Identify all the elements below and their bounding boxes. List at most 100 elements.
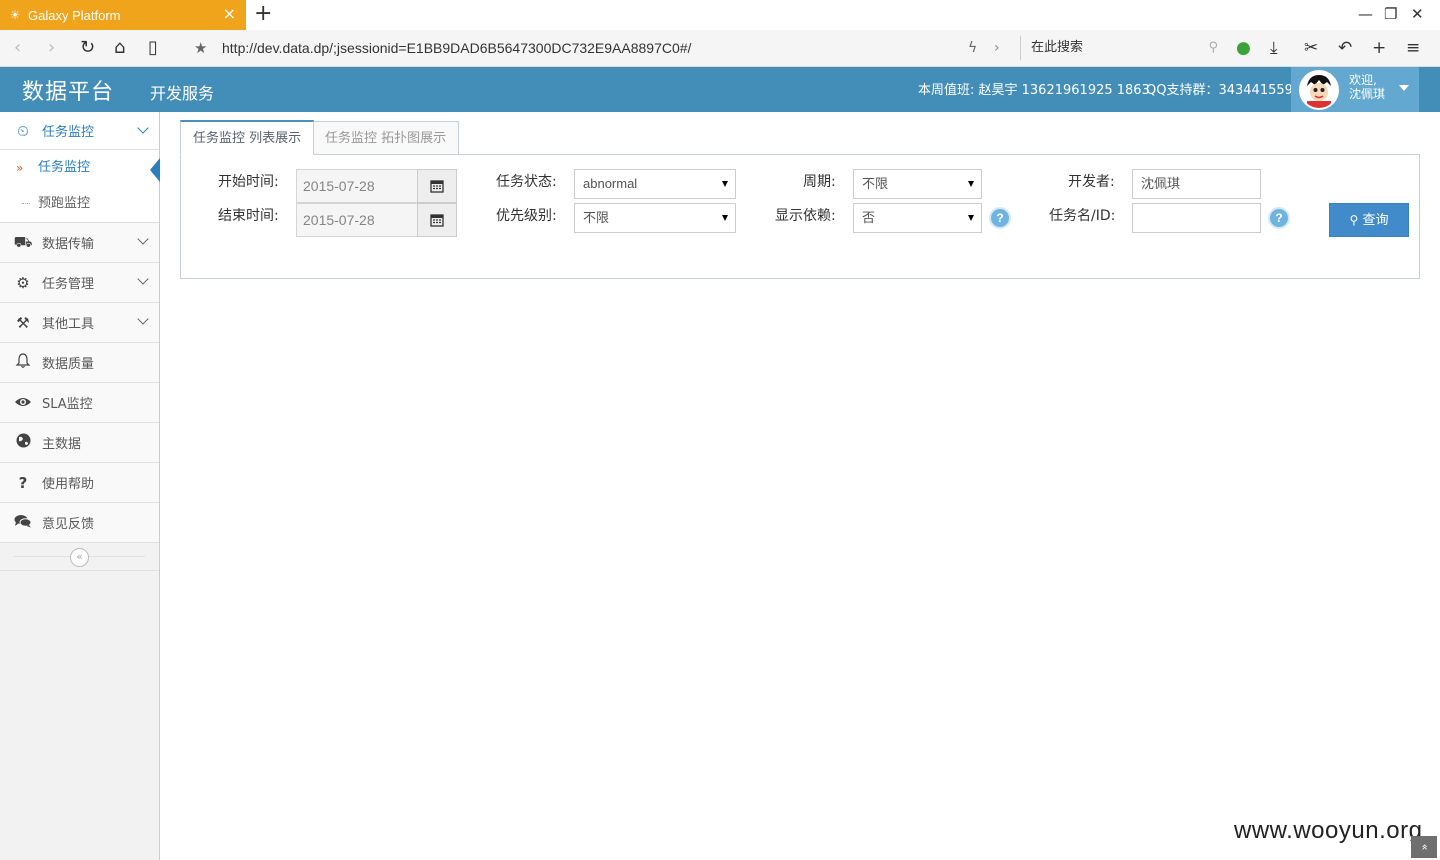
help-icon[interactable]: ?	[1268, 207, 1290, 229]
scroll-to-top-button[interactable]: «	[1411, 836, 1437, 858]
back-icon[interactable]: ‹	[14, 38, 21, 58]
dropdown-arrow-icon	[968, 181, 974, 187]
menu-icon[interactable]: ≡	[1406, 38, 1420, 58]
caret-down-icon[interactable]	[1399, 85, 1409, 91]
developer-input[interactable]: 沈佩琪	[1132, 169, 1261, 199]
start-time-input[interactable]: 2015-07-28	[296, 169, 418, 203]
sidebar-item-label: 其他工具	[42, 317, 95, 332]
reload-icon[interactable]: ↻	[80, 38, 95, 58]
tree-connector	[22, 203, 30, 204]
sidebar-item-label: 任务监控	[42, 125, 95, 140]
chevron-down-icon	[137, 273, 149, 285]
chevron-down-icon	[137, 313, 149, 325]
search-icon: ⚲	[1349, 213, 1359, 227]
end-time-input[interactable]: 2015-07-28	[296, 203, 418, 237]
end-time-label: 结束时间:	[218, 208, 279, 224]
sidebar-subitem-prerun-monitor[interactable]: 预跑监控	[0, 186, 159, 222]
sidebar-item-label: 任务管理	[42, 277, 95, 292]
user-name: 沈佩琪	[1349, 87, 1386, 101]
show-depend-label: 显示依赖:	[775, 208, 836, 224]
wechat-icon[interactable]: ●	[1236, 38, 1251, 58]
search-input[interactable]: 在此搜索 ⚲	[1020, 36, 1220, 60]
add-icon[interactable]: +	[1372, 38, 1386, 58]
chevron-down-icon	[137, 122, 149, 134]
task-status-select[interactable]: abnormal	[574, 169, 736, 199]
sidebar-item-label: 数据质量	[42, 357, 95, 372]
tab-close-icon[interactable]: ×	[223, 6, 236, 22]
start-time-label: 开始时间:	[218, 174, 279, 190]
sidebar-subitem-task-monitor[interactable]: » 任务监控	[0, 150, 160, 186]
url-field[interactable]: http://dev.data.dp/;jsessionid=E1BB9DAD6…	[222, 40, 691, 56]
sidebar-item-help[interactable]: ? 使用帮助	[0, 463, 159, 503]
dropdown-arrow-icon	[722, 181, 728, 187]
dashboard-icon: ⏲	[17, 121, 29, 140]
sidebar-item-task-monitor[interactable]: ⏲ 任务监控	[0, 112, 159, 150]
sidebar-item-label: 意见反馈	[42, 517, 95, 532]
reader-icon[interactable]: ▯	[148, 38, 158, 58]
priority-value: 不限	[583, 210, 610, 225]
gears-icon: ⚙	[16, 273, 30, 292]
avatar	[1299, 70, 1339, 110]
lightning-icon[interactable]: ϟ	[968, 38, 977, 58]
welcome-text: 欢迎, 沈佩琪	[1349, 73, 1385, 101]
chevron-down-icon	[137, 233, 149, 245]
task-name-input[interactable]	[1132, 203, 1261, 233]
priority-select[interactable]: 不限	[574, 203, 736, 233]
scissors-icon[interactable]: ✂	[1304, 38, 1318, 58]
period-label: 周期:	[803, 174, 836, 190]
collapse-sidebar-button[interactable]: «	[70, 548, 89, 567]
sidebar-subitem-label: 预跑监控	[38, 196, 91, 211]
bookmark-star-icon[interactable]: ★	[194, 38, 207, 58]
dropdown-arrow-icon	[722, 215, 728, 221]
sidebar-item-data-transfer[interactable]: ⛟ 数据传输	[0, 223, 159, 263]
qq-support-info: QQ支持群：343441559	[1146, 83, 1293, 98]
sidebar-collapse: «	[0, 543, 159, 571]
sidebar-item-master-data[interactable]: 主数据	[0, 423, 159, 463]
forward-icon[interactable]: ›	[48, 38, 55, 58]
show-depend-value: 否	[862, 210, 876, 225]
chevron-right-icon[interactable]: ›	[994, 38, 1000, 58]
sidebar-item-task-management[interactable]: ⚙ 任务管理	[0, 263, 159, 303]
browser-tab-bar: ☀ Galaxy Platform × + — ❐ ✕	[0, 0, 1440, 30]
sidebar-item-sla-monitor[interactable]: SLA监控	[0, 383, 159, 423]
task-name-label: 任务名/ID:	[1049, 208, 1116, 224]
download-icon[interactable]: ⤓	[1270, 38, 1278, 58]
sidebar-item-feedback[interactable]: 意见反馈	[0, 503, 159, 543]
sidebar-item-label: 主数据	[42, 437, 82, 452]
sidebar-subitem-label: 任务监控	[38, 160, 91, 175]
minimize-button[interactable]: —	[1358, 5, 1373, 23]
tab-list-view[interactable]: 任务监控 列表展示	[180, 120, 315, 155]
gavel-icon: ⚒	[16, 313, 30, 332]
sidebar-item-label: SLA监控	[42, 397, 93, 412]
calendar-icon[interactable]	[417, 203, 457, 237]
period-value: 不限	[862, 176, 889, 191]
sidebar-item-other-tools[interactable]: ⚒ 其他工具	[0, 303, 159, 343]
tab-topology-view[interactable]: 任务监控 拓扑图展示	[312, 121, 460, 155]
truck-icon: ⛟	[13, 232, 33, 251]
restore-button[interactable]: ❐	[1384, 5, 1397, 23]
undo-icon[interactable]: ↶	[1338, 38, 1352, 58]
new-tab-button[interactable]: +	[254, 3, 272, 25]
eye-icon	[12, 394, 34, 412]
show-depend-select[interactable]: 否	[853, 203, 982, 233]
user-menu[interactable]: 欢迎, 沈佩琪	[1291, 67, 1419, 112]
watermark: www.wooyun.org	[1234, 817, 1423, 844]
brand-title[interactable]: 数据平台	[22, 74, 114, 106]
developer-label: 开发者:	[1068, 174, 1115, 190]
app-favicon-icon: ☀	[9, 8, 21, 22]
submenu-task-monitor: » 任务监控 预跑监控	[0, 150, 160, 223]
search-icon[interactable]: ⚲	[1208, 36, 1218, 60]
help-icon[interactable]: ?	[989, 207, 1011, 229]
period-select[interactable]: 不限	[853, 169, 982, 199]
double-angle-up-icon: «	[1417, 843, 1431, 851]
query-button[interactable]: ⚲ 查询	[1329, 203, 1409, 237]
calendar-icon[interactable]	[417, 169, 457, 203]
question-icon: ?	[18, 473, 28, 492]
home-icon[interactable]: ⌂	[114, 38, 125, 58]
window-close-button[interactable]: ✕	[1411, 5, 1424, 23]
browser-tab-active[interactable]: ☀ Galaxy Platform ×	[0, 0, 246, 30]
bell-icon	[12, 352, 34, 373]
welcome-line: 欢迎,	[1349, 73, 1377, 87]
sidebar-item-data-quality[interactable]: 数据质量	[0, 343, 159, 383]
tab-title: Galaxy Platform	[28, 7, 121, 23]
